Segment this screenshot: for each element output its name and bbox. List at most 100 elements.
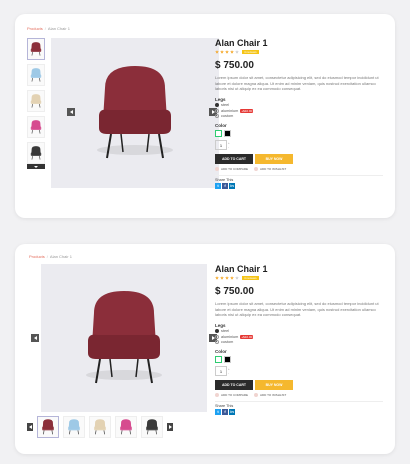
radio-button[interactable]: [215, 114, 219, 118]
legs-option[interactable]: aluminium +$10.00: [215, 334, 383, 339]
breadcrumb-link[interactable]: Products: [29, 254, 45, 259]
quantity-down-button[interactable]: -: [228, 145, 230, 149]
product-description: Lorem ipsum dolor sit amet, consectetur …: [215, 75, 379, 91]
color-label: Color: [215, 123, 227, 128]
buy-now-button[interactable]: BUY NOW: [255, 154, 293, 164]
legs-option-label: steel: [221, 103, 230, 107]
prev-image-button[interactable]: [67, 108, 75, 116]
divider: [215, 175, 383, 176]
reviews-badge[interactable]: 4 reviews: [242, 276, 259, 280]
add-to-wishlist-link[interactable]: ADD TO WISHLIST: [254, 393, 286, 398]
star-icon: [225, 50, 229, 54]
product-title: Alan Chair 1: [215, 264, 268, 274]
prev-image-button[interactable]: [31, 334, 39, 342]
color-swatches: [215, 356, 383, 363]
chair-thumbnail-image: [30, 94, 42, 108]
legs-option[interactable]: aluminium +$10.00: [215, 108, 383, 113]
thumbnail-item[interactable]: [115, 416, 137, 438]
compare-icon: [215, 167, 219, 172]
color-swatches: [215, 130, 383, 137]
product-info: Alan Chair 1 4 reviews $ 750.00 Lorem ipsum…: [215, 264, 383, 415]
star-icon: [235, 50, 239, 54]
add-to-cart-button[interactable]: ADD TO CART: [215, 154, 253, 164]
thumbnail-item[interactable]: [27, 142, 45, 164]
thumbnail-item[interactable]: [141, 416, 163, 438]
legs-label: Legs: [215, 322, 226, 328]
thumbnail-item[interactable]: [63, 416, 85, 438]
thumbnail-item[interactable]: [27, 116, 45, 138]
reviews-badge[interactable]: 4 reviews: [242, 50, 259, 54]
product-card-horizontal: Products / Alan Chair 1 Alan Chair 1 4 revi…: [15, 244, 395, 454]
radio-button[interactable]: [215, 340, 219, 344]
price-badge: +$10.00: [240, 108, 254, 113]
product-description: Lorem ipsum dolor sit amet, consectetur …: [215, 301, 379, 317]
rating: 4 reviews: [215, 276, 383, 280]
chair-thumbnail-image: [30, 42, 42, 56]
rating: 4 reviews: [215, 50, 383, 54]
add-to-cart-button[interactable]: ADD TO CART: [215, 380, 253, 390]
product-price: $ 750.00: [215, 60, 254, 71]
thumbnail-prev-button[interactable]: [27, 423, 33, 431]
thumbnail-item[interactable]: [27, 64, 45, 86]
breadcrumb: Products / Alan Chair 1: [29, 254, 72, 259]
chair-thumbnail-image: [94, 419, 106, 435]
color-label: Color: [215, 349, 227, 354]
star-icon: [230, 276, 234, 280]
add-to-wishlist-link[interactable]: ADD TO WISHLIST: [254, 167, 286, 172]
chair-thumbnail-image: [120, 419, 132, 435]
star-icon: [230, 50, 234, 54]
legs-option-label: aluminium: [221, 334, 239, 339]
breadcrumb-link[interactable]: Products: [27, 26, 43, 31]
thumbnail-strip: [27, 416, 173, 438]
linkedin-icon[interactable]: in: [229, 182, 235, 189]
legs-option-label: custom: [221, 114, 234, 118]
star-icon: [220, 50, 224, 54]
thumbnail-item[interactable]: [37, 416, 59, 438]
quantity-stepper[interactable]: 1 + -: [215, 366, 383, 376]
twitter-icon[interactable]: t: [215, 182, 221, 189]
color-swatch[interactable]: [215, 356, 222, 363]
color-swatch[interactable]: [215, 130, 222, 137]
legs-option-label: aluminium: [221, 108, 239, 113]
price-badge: +$10.00: [240, 334, 254, 339]
buy-now-button[interactable]: BUY NOW: [255, 380, 293, 390]
thumbnail-item[interactable]: [27, 90, 45, 112]
radio-button[interactable]: [215, 108, 219, 113]
chair-image: [86, 291, 162, 384]
twitter-icon[interactable]: t: [215, 408, 221, 415]
radio-button[interactable]: [215, 329, 219, 333]
legs-option[interactable]: custom: [215, 340, 383, 344]
thumbnail-scroll-down-button[interactable]: [27, 164, 45, 169]
radio-button[interactable]: [215, 334, 219, 339]
share-label: Share This: [215, 403, 234, 408]
quantity-stepper[interactable]: 1 + -: [215, 140, 383, 150]
linkedin-icon[interactable]: in: [229, 408, 235, 415]
facebook-icon[interactable]: f: [222, 182, 228, 189]
star-icon: [225, 276, 229, 280]
thumbnail-item[interactable]: [89, 416, 111, 438]
heart-icon: [254, 167, 259, 172]
breadcrumb-current: Alan Chair 1: [47, 26, 70, 31]
add-to-compare-link[interactable]: ADD TO COMPARE: [215, 167, 248, 172]
star-icon: [215, 276, 219, 280]
thumbnail-list: [27, 38, 45, 169]
radio-button[interactable]: [215, 103, 219, 107]
quantity-input[interactable]: 1: [215, 366, 227, 376]
thumbnail-item[interactable]: [27, 38, 45, 60]
color-swatch[interactable]: [224, 130, 231, 137]
quantity-input[interactable]: 1: [215, 140, 227, 150]
thumbnail-next-button[interactable]: [167, 423, 173, 431]
add-to-compare-link[interactable]: ADD TO COMPARE: [215, 393, 248, 398]
legs-option[interactable]: steel: [215, 103, 383, 107]
legs-option[interactable]: steel: [215, 329, 383, 333]
quantity-down-button[interactable]: -: [228, 371, 230, 375]
star-icon: [235, 276, 239, 280]
color-swatch[interactable]: [224, 356, 231, 363]
breadcrumb-current: Alan Chair 1: [49, 254, 72, 259]
facebook-icon[interactable]: f: [222, 408, 228, 415]
product-price: $ 750.00: [215, 286, 254, 297]
legs-option[interactable]: custom: [215, 114, 383, 118]
share-label: Share This: [215, 177, 234, 182]
social-share-buttons: t f in: [215, 408, 383, 415]
chair-thumbnail-image: [30, 146, 42, 160]
